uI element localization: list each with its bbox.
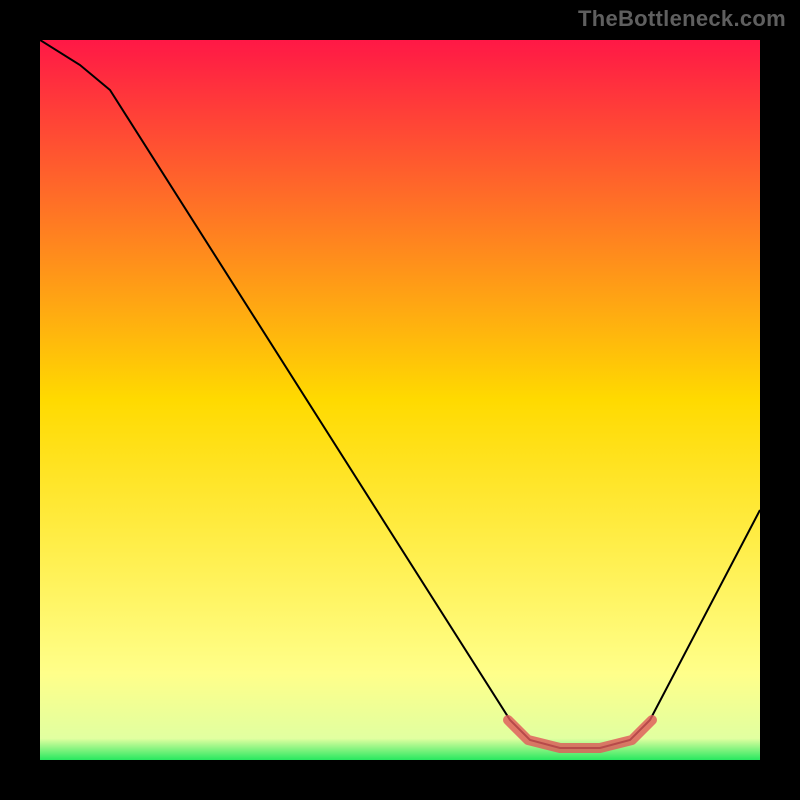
plot-area <box>40 40 760 760</box>
watermark-text: TheBottleneck.com <box>578 6 786 32</box>
chart-frame: TheBottleneck.com <box>0 0 800 800</box>
chart-svg <box>40 40 760 760</box>
